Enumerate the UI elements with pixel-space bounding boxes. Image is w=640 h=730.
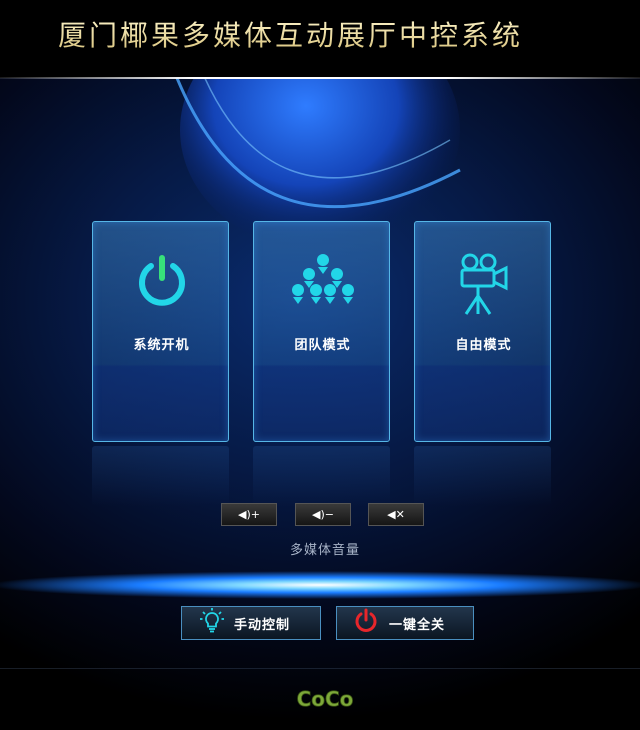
panel-reflection — [253, 446, 390, 506]
panel-reflection — [414, 446, 551, 506]
control-screen: 厦门椰果多媒体互动展厅中控系统 系统开机 团队模式 自由模式 ◀)+ ◀)− ◀… — [0, 0, 640, 730]
manual-control-label: 手动控制 — [234, 617, 291, 633]
coco-logo: CoCo — [296, 687, 354, 712]
mode-team-button[interactable]: 团队模式 — [253, 221, 390, 442]
panel-reflection — [92, 446, 229, 506]
movie-camera-icon — [415, 252, 552, 322]
manual-control-button[interactable]: 手动控制 — [181, 606, 321, 640]
power-icon — [353, 608, 379, 638]
mode-label: 系统开机 — [133, 338, 190, 353]
mode-free-button[interactable]: 自由模式 — [414, 221, 551, 442]
volume-down-button[interactable]: ◀)− — [295, 503, 351, 526]
lightbulb-icon — [200, 608, 224, 638]
volume-mute-button[interactable]: ◀✕ — [368, 503, 424, 526]
page-title: 厦门椰果多媒体互动展厅中控系统 — [58, 14, 523, 54]
light-beam — [0, 560, 640, 610]
footer-divider — [0, 668, 640, 669]
power-icon — [93, 252, 230, 322]
header-divider — [0, 77, 640, 79]
volume-caption: 多媒体音量 — [289, 543, 360, 558]
mode-label: 自由模式 — [455, 338, 512, 353]
svg-text:CoCo: CoCo — [297, 687, 354, 711]
header-bar: 厦门椰果多媒体互动展厅中控系统 — [0, 0, 640, 78]
mode-power-on-button[interactable]: 系统开机 — [92, 221, 229, 442]
team-icon — [254, 252, 391, 322]
mode-label: 团队模式 — [294, 338, 351, 353]
shutdown-all-button[interactable]: 一键全关 — [336, 606, 474, 640]
volume-up-button[interactable]: ◀)+ — [221, 503, 277, 526]
shutdown-all-label: 一键全关 — [389, 617, 446, 633]
